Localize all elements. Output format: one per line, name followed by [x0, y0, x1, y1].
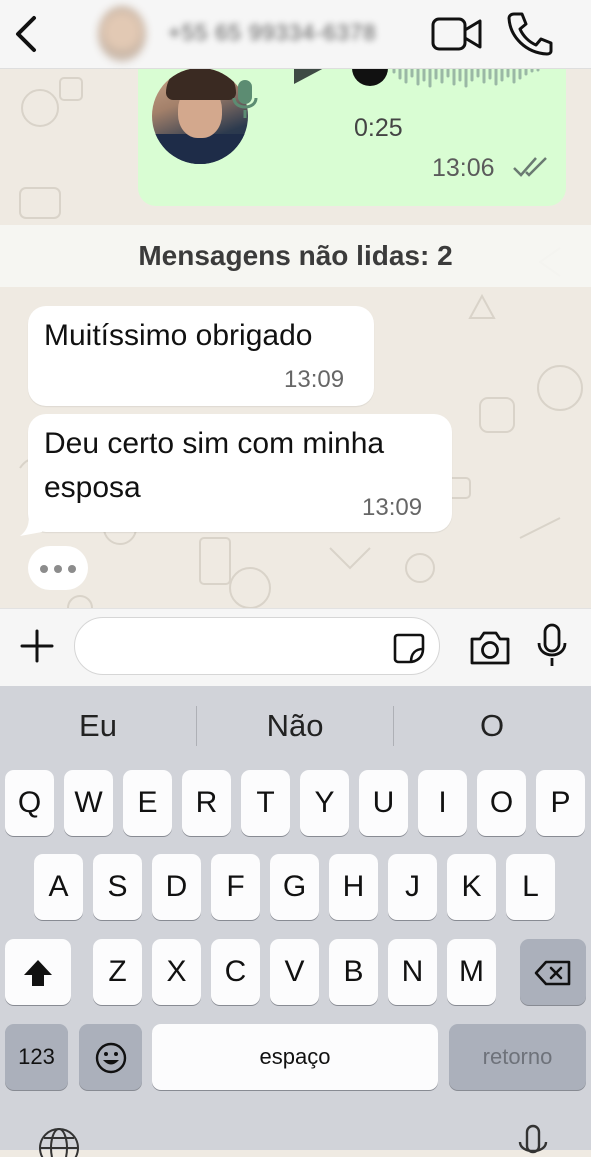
microphone-icon[interactable]: [536, 623, 568, 669]
message-time: 13:09: [284, 366, 345, 393]
message-input-bar: [0, 608, 591, 686]
on-screen-keyboard: Eu Não O Q W E R T Y U I O P A S D F G H…: [0, 686, 591, 1157]
key-s[interactable]: S: [93, 854, 142, 920]
return-key[interactable]: retorno: [449, 1024, 586, 1090]
key-i[interactable]: I: [418, 770, 467, 836]
key-j[interactable]: J: [388, 854, 437, 920]
sticker-icon[interactable]: [392, 631, 426, 665]
key-e[interactable]: E: [123, 770, 172, 836]
key-k[interactable]: K: [447, 854, 496, 920]
key-m[interactable]: M: [447, 939, 496, 1005]
key-q[interactable]: Q: [5, 770, 54, 836]
key-d[interactable]: D: [152, 854, 201, 920]
voice-duration: 0:25: [354, 114, 403, 142]
back-chevron-icon[interactable]: [10, 14, 44, 54]
audio-waveform[interactable]: [352, 68, 552, 90]
backspace-key[interactable]: [520, 939, 586, 1005]
camera-icon[interactable]: [468, 627, 512, 667]
key-b[interactable]: B: [329, 939, 378, 1005]
bubble-tail: [20, 512, 42, 536]
suggestion-item[interactable]: Não: [197, 686, 393, 766]
key-h[interactable]: H: [329, 854, 378, 920]
message-input[interactable]: [74, 617, 440, 675]
read-double-check-icon: [513, 157, 547, 177]
shift-arrow-icon: [24, 960, 52, 987]
suggestion-item[interactable]: O: [394, 686, 590, 766]
key-c[interactable]: C: [211, 939, 260, 1005]
key-u[interactable]: U: [359, 770, 408, 836]
emoji-key[interactable]: [79, 1024, 142, 1090]
key-r[interactable]: R: [182, 770, 231, 836]
message-text: Muitíssimo obrigado: [44, 319, 313, 352]
video-call-icon[interactable]: [430, 12, 484, 56]
key-f[interactable]: F: [211, 854, 260, 920]
microphone-icon: [232, 80, 258, 118]
globe-icon[interactable]: [38, 1127, 80, 1157]
message-text: Deu certo sim com minha: [44, 427, 385, 460]
incoming-message[interactable]: Deu certo sim com minha esposa 13:09: [28, 414, 452, 532]
message-time: 13:09: [362, 494, 423, 521]
message-text: esposa: [44, 471, 141, 504]
shift-key[interactable]: [5, 939, 71, 1005]
key-l[interactable]: L: [506, 854, 555, 920]
outgoing-voice-message[interactable]: 0:25 13:06: [138, 68, 566, 206]
chat-header: +55 65 99334-6378: [0, 0, 591, 69]
chat-area[interactable]: 0:25 13:06 Mensagens não lidas: 2 Muitís…: [0, 68, 591, 608]
key-w[interactable]: W: [64, 770, 113, 836]
key-x[interactable]: X: [152, 939, 201, 1005]
key-n[interactable]: N: [388, 939, 437, 1005]
key-a[interactable]: A: [34, 854, 83, 920]
key-z[interactable]: Z: [93, 939, 142, 1005]
message-time: 13:06: [432, 154, 495, 182]
typing-indicator: [28, 546, 88, 590]
key-y[interactable]: Y: [300, 770, 349, 836]
unread-messages-banner: Mensagens não lidas: 2: [0, 225, 591, 287]
key-o[interactable]: O: [477, 770, 526, 836]
suggestion-item[interactable]: Eu: [0, 686, 196, 766]
phone-call-icon[interactable]: [504, 10, 556, 56]
key-g[interactable]: G: [270, 854, 319, 920]
emoji-icon: [95, 1042, 126, 1074]
numbers-key[interactable]: 123: [5, 1024, 68, 1090]
plus-icon[interactable]: [16, 625, 58, 667]
incoming-message[interactable]: Muitíssimo obrigado 13:09: [28, 306, 374, 406]
play-icon[interactable]: [290, 68, 330, 86]
key-v[interactable]: V: [270, 939, 319, 1005]
space-key[interactable]: espaço: [152, 1024, 438, 1090]
key-t[interactable]: T: [241, 770, 290, 836]
contact-name[interactable]: +55 65 99334-6378: [168, 20, 376, 46]
key-p[interactable]: P: [536, 770, 585, 836]
contact-avatar[interactable]: [98, 6, 146, 62]
suggestion-bar: Eu Não O: [0, 686, 591, 766]
backspace-icon: [534, 960, 571, 986]
